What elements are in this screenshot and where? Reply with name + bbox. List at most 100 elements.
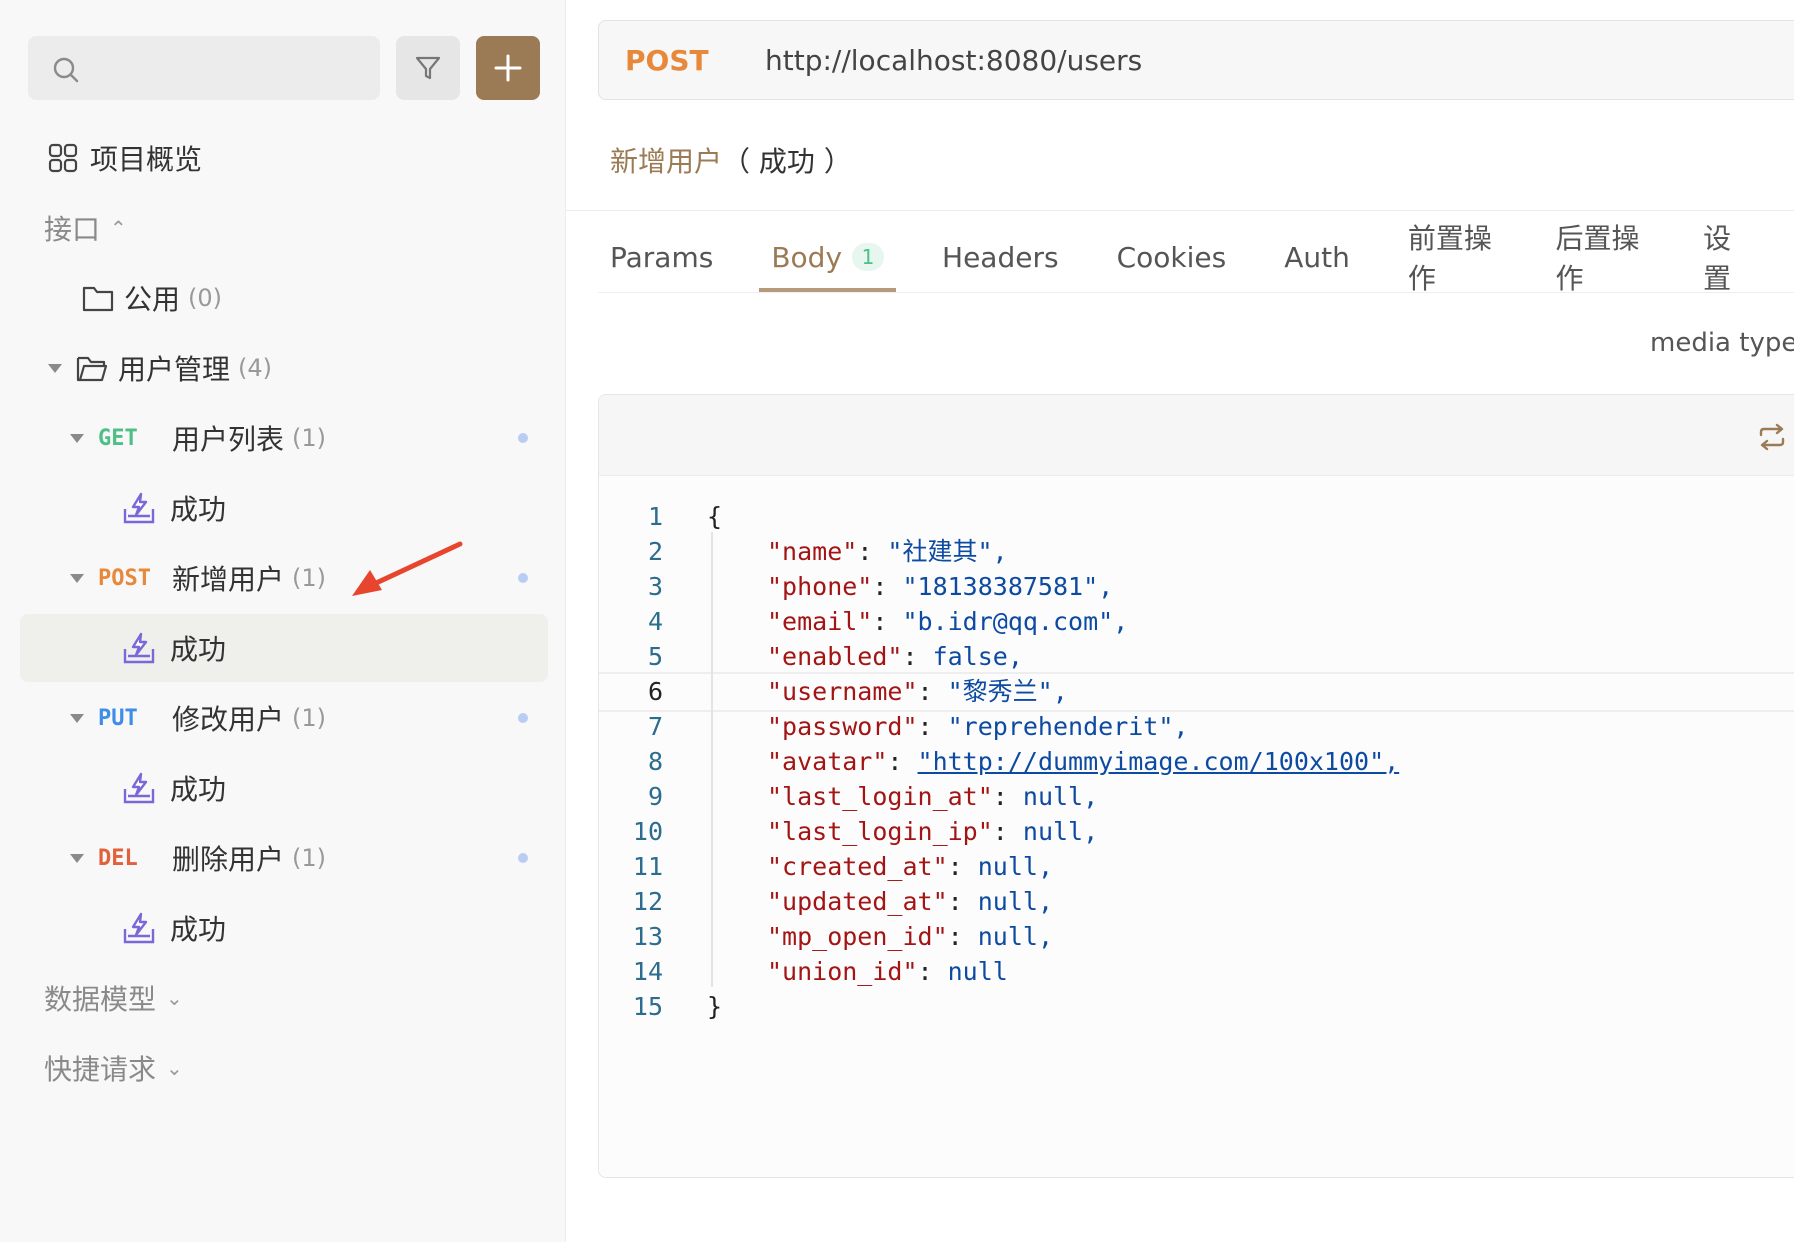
line-number: 4: [647, 607, 663, 636]
code-text[interactable]: "mp_open_id": null,: [767, 917, 1053, 957]
code-line[interactable]: 4 "email": "b.idr@qq.com",: [599, 602, 1794, 642]
tab-label: Headers: [942, 240, 1059, 274]
code-line[interactable]: 10 "last_login_ip": null,: [599, 812, 1794, 852]
example-item[interactable]: 成功: [20, 474, 548, 542]
tab-params[interactable]: Params: [598, 222, 725, 292]
code-line[interactable]: 3 "phone": "18138387581",: [599, 567, 1794, 607]
code-line[interactable]: 1{: [599, 497, 1794, 537]
tab-headers[interactable]: Headers: [930, 222, 1071, 292]
request-url[interactable]: http://localhost:8080/users: [765, 44, 1142, 77]
json-separator: :: [917, 677, 948, 706]
folder-item[interactable]: 用户管理 (4): [20, 334, 548, 402]
endpoint-count: (1): [292, 424, 327, 452]
code-text[interactable]: "enabled": false,: [767, 637, 1023, 677]
filter-button[interactable]: [396, 36, 460, 100]
code-line[interactable]: 6 "username": "黎秀兰",: [599, 672, 1794, 712]
json-value: null,: [977, 922, 1053, 951]
code-text[interactable]: {: [707, 497, 722, 537]
example-name: 成功: [170, 633, 227, 666]
section-interfaces[interactable]: 接口 ⌃: [20, 194, 548, 262]
folder-item[interactable]: 公用 (0): [20, 264, 548, 332]
json-key: "username": [767, 677, 918, 706]
code-text[interactable]: "username": "黎秀兰",: [767, 674, 1068, 710]
endpoint-item[interactable]: PUT 修改用户 (1): [20, 684, 548, 752]
body-editor[interactable]: 1{2 "name": "社建其", 3 "phone": "18138387581"…: [598, 394, 1794, 1178]
line-number: 5: [647, 642, 663, 671]
code-text[interactable]: "updated_at": null,: [767, 882, 1053, 922]
json-value: "http://dummyimage.com/100x100",: [917, 747, 1400, 776]
folder-open-icon: [76, 356, 108, 382]
code-line[interactable]: 8 "avatar": "http://dummyimage.com/100x10…: [599, 742, 1794, 782]
tab-settings[interactable]: 设置: [1691, 222, 1760, 295]
json-value: null,: [1022, 782, 1099, 811]
example-item[interactable]: 成功: [20, 894, 548, 962]
request-method[interactable]: POST: [625, 44, 755, 77]
code-text[interactable]: }: [707, 987, 722, 1027]
code-text[interactable]: "last_login_ip": null,: [767, 812, 1098, 852]
code-text[interactable]: "last_login_at": null,: [767, 777, 1098, 817]
json-key: "name": [767, 537, 858, 566]
section-title: 快捷请求: [44, 1053, 157, 1086]
folder-count: (4): [238, 354, 273, 382]
media-type-label[interactable]: media type: [1650, 328, 1794, 358]
code-line[interactable]: 7 "password": "reprehenderit",: [599, 707, 1794, 747]
tab-label: 设置: [1703, 222, 1732, 295]
line-number: 6: [647, 677, 663, 706]
method-badge: DEL: [98, 845, 138, 871]
code-text[interactable]: "email": "b.idr@qq.com",: [767, 602, 1128, 642]
code-text[interactable]: "password": "reprehenderit",: [767, 707, 1188, 747]
method-badge: GET: [98, 425, 138, 451]
method-badge: POST: [98, 565, 151, 591]
tab-auth[interactable]: Auth: [1272, 222, 1362, 292]
json-value: "b.idr@qq.com",: [902, 607, 1129, 636]
code-text[interactable]: "avatar": "http://dummyimage.com/100x100…: [767, 742, 1399, 782]
json-key: "enabled": [767, 642, 903, 671]
section-title: 数据模型: [44, 983, 157, 1016]
example-item-selected[interactable]: 成功: [20, 614, 548, 682]
tab-pre-processors[interactable]: 前置操作: [1396, 222, 1510, 295]
line-number: 10: [632, 817, 663, 846]
tab-label: 前置操作: [1407, 222, 1492, 295]
search-icon: [53, 57, 79, 83]
folder-icon: [82, 286, 114, 312]
tab-badge: 1: [852, 243, 885, 271]
sidebar-item-overview[interactable]: 项目概览: [20, 124, 548, 192]
code-line[interactable]: 12 "updated_at": null,: [599, 882, 1794, 922]
search-input[interactable]: [28, 36, 380, 100]
endpoint-item[interactable]: DEL 删除用户 (1): [20, 824, 548, 892]
section-data-models[interactable]: 数据模型 ⌄: [20, 964, 548, 1032]
example-item[interactable]: 成功: [20, 754, 548, 822]
code-text[interactable]: "phone": "18138387581",: [767, 567, 1113, 607]
request-name[interactable]: 新增用户: [610, 145, 722, 178]
json-separator: :: [887, 747, 918, 776]
section-title: 接口: [44, 213, 101, 246]
json-key: "created_at": [767, 852, 948, 881]
tab-post-processors[interactable]: 后置操作: [1543, 222, 1657, 295]
code-line[interactable]: 13 "mp_open_id": null,: [599, 917, 1794, 957]
endpoint-item[interactable]: GET 用户列表 (1): [20, 404, 548, 472]
code-line[interactable]: 14 "union_id": null: [599, 952, 1794, 992]
code-line[interactable]: 5 "enabled": false,: [599, 637, 1794, 677]
request-title: 新增用户（ 成功 ）: [610, 140, 852, 180]
add-button[interactable]: [476, 36, 540, 100]
tab-body[interactable]: Body 1: [759, 222, 896, 292]
json-separator: :: [947, 922, 978, 951]
method-badge: PUT: [98, 705, 138, 731]
code-line[interactable]: 11 "created_at": null,: [599, 847, 1794, 887]
section-quick-requests[interactable]: 快捷请求 ⌄: [20, 1034, 548, 1102]
line-number: 7: [647, 712, 663, 741]
code-text[interactable]: "created_at": null,: [767, 847, 1053, 887]
json-key: "last_login_ip": [767, 817, 993, 846]
code-line[interactable]: 2 "name": "社建其",: [599, 532, 1794, 572]
json-value: null: [947, 957, 1008, 986]
format-toggle-icon[interactable]: [1757, 423, 1787, 451]
line-number: 15: [632, 992, 663, 1021]
url-bar[interactable]: POST http://localhost:8080/users: [598, 20, 1794, 100]
code-text[interactable]: "name": "社建其",: [767, 532, 1008, 572]
code-text[interactable]: "union_id": null: [767, 952, 1008, 992]
json-separator: :: [947, 887, 978, 916]
tab-cookies[interactable]: Cookies: [1105, 222, 1239, 292]
code-line[interactable]: 9 "last_login_at": null,: [599, 777, 1794, 817]
example-icon: [123, 772, 155, 804]
code-line[interactable]: 15}: [599, 987, 1794, 1027]
